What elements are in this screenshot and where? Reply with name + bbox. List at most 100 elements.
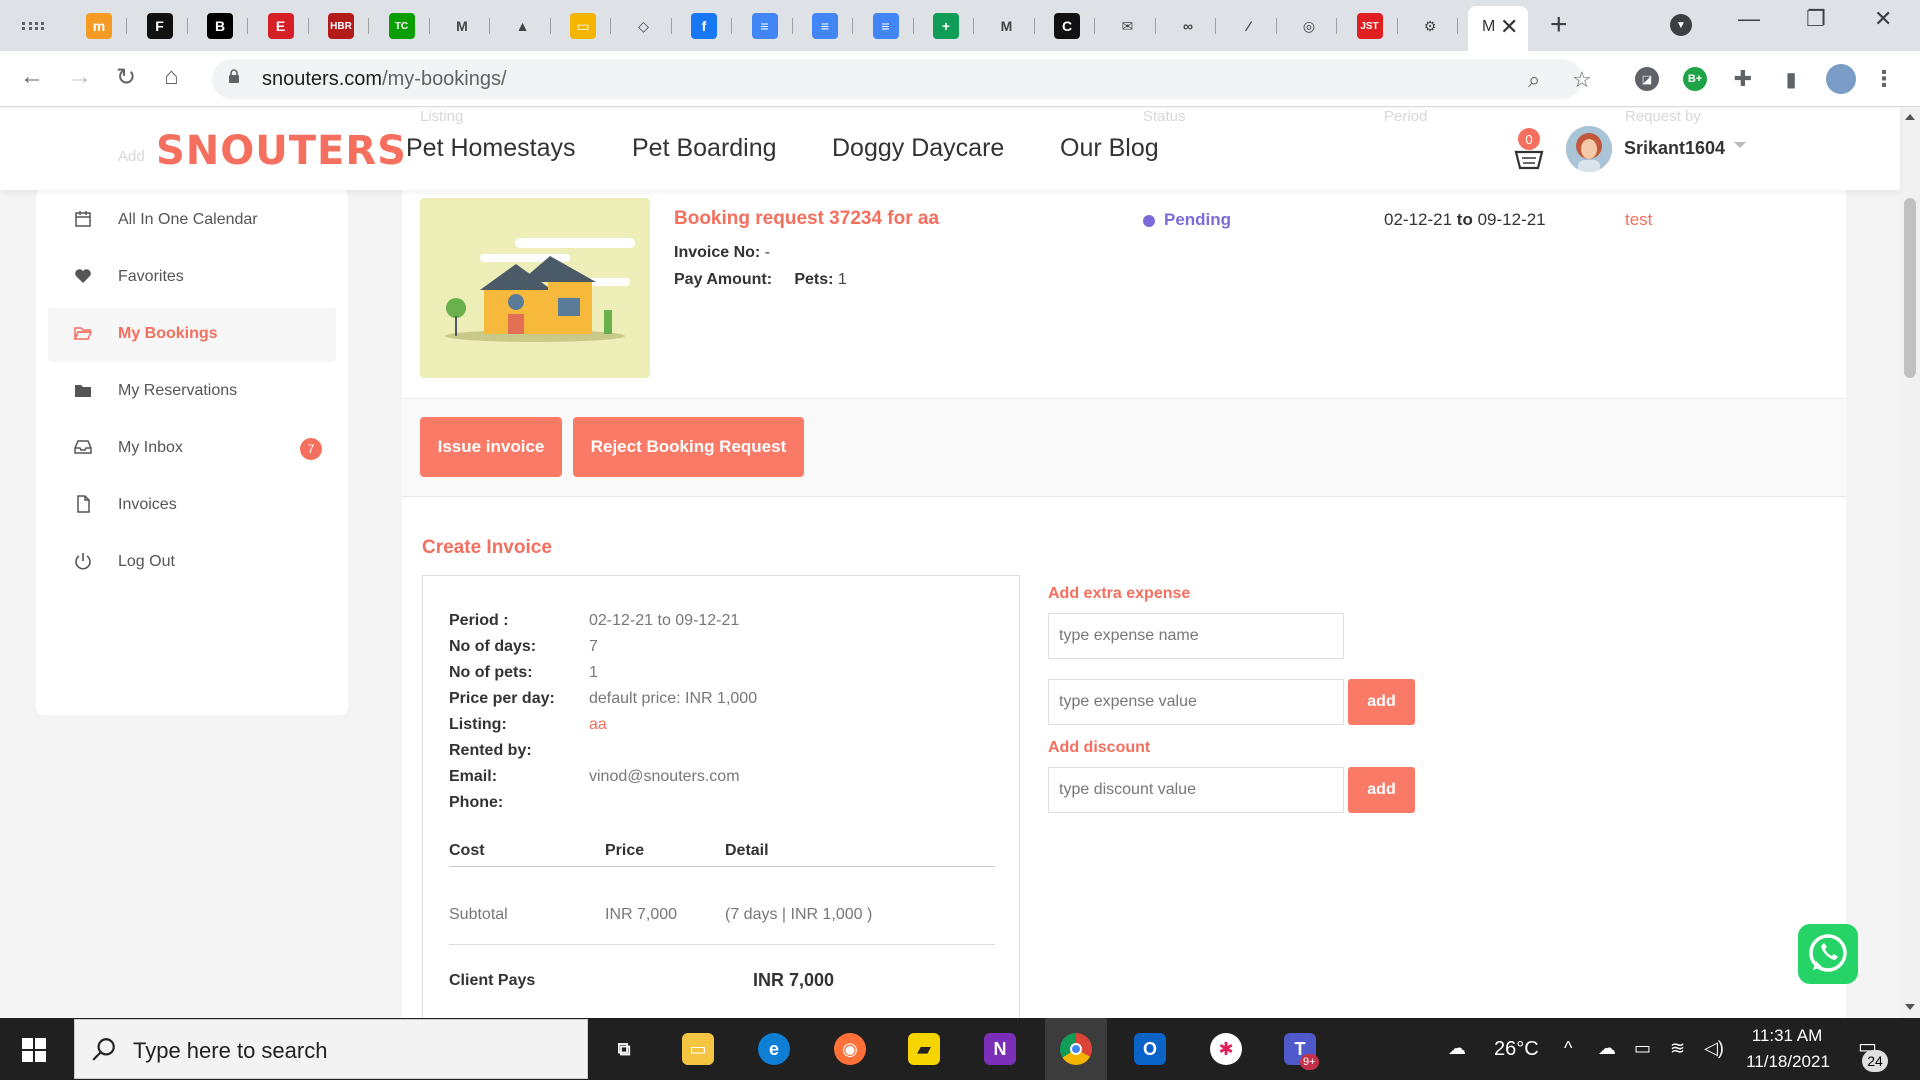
tab-favicon[interactable]: ▭ [570, 13, 596, 39]
slack-icon[interactable]: ✱ [1210, 1033, 1242, 1065]
firefox-icon[interactable]: ◉ [834, 1033, 866, 1065]
zoom-icon[interactable]: ⌕ [1528, 67, 1540, 93]
tab-grid-icon[interactable] [22, 22, 44, 30]
minimize-icon[interactable]: — [1738, 6, 1760, 32]
tab-favicon[interactable]: ◇ [631, 13, 657, 39]
whatsapp-button[interactable] [1798, 924, 1858, 984]
battery-icon[interactable]: ▭ [1634, 1038, 1651, 1059]
expense-value-input[interactable] [1048, 679, 1344, 725]
back-icon[interactable]: ← [20, 63, 44, 91]
scroll-thumb[interactable] [1904, 198, 1916, 378]
tab-separator [247, 18, 248, 34]
nav-our-blog[interactable]: Our Blog [1060, 134, 1159, 163]
tab-favicon[interactable]: M [994, 13, 1020, 39]
sidebar-item-favorites[interactable]: Favorites [48, 251, 336, 305]
extensions-puzzle-icon[interactable]: ✚ [1731, 66, 1755, 91]
tray-chevron-icon[interactable]: ^ [1564, 1038, 1572, 1059]
sticky-notes-icon[interactable]: ▰ [908, 1033, 940, 1065]
tab-favicon[interactable]: ◎ [1296, 13, 1322, 39]
tab-favicon[interactable]: ≡ [872, 13, 899, 39]
expense-name-input[interactable] [1048, 613, 1344, 659]
sidebar-item-log-out[interactable]: Log Out [48, 536, 336, 590]
weather-icon[interactable]: ☁ [1448, 1038, 1466, 1059]
extension-cast-icon[interactable]: ◪ [1635, 67, 1659, 91]
user-dropdown-caret-icon[interactable] [1734, 142, 1746, 148]
booking-title-link[interactable]: Booking request 37234 for aa [674, 208, 939, 230]
tab-favicon[interactable]: E [267, 13, 294, 39]
taskbar-time[interactable]: 11:31 AM [1742, 1026, 1832, 1046]
windows-start-icon[interactable] [22, 1038, 46, 1062]
task-view-icon[interactable]: ⧉ [608, 1033, 640, 1065]
onenote-icon[interactable]: N [984, 1033, 1016, 1065]
active-tab[interactable]: M ✕ [1468, 6, 1528, 51]
tab-favicon[interactable]: ⁄ [1236, 13, 1262, 39]
username[interactable]: Srikant1604 [1624, 138, 1725, 159]
tab-favicon[interactable]: ⚙ [1417, 13, 1443, 39]
listing-thumbnail[interactable] [420, 198, 650, 378]
reject-booking-button[interactable]: Reject Booking Request [573, 417, 804, 477]
nav-pet-homestays[interactable]: Pet Homestays [406, 134, 576, 163]
scroll-down-icon[interactable] [1905, 1004, 1915, 1010]
taskbar-date[interactable]: 11/18/2021 [1738, 1052, 1838, 1072]
bookmark-star-icon[interactable]: ☆ [1572, 67, 1592, 93]
tab-separator [1033, 18, 1035, 34]
page-scrollbar[interactable] [1900, 108, 1920, 1018]
tab-favicon[interactable]: HBR [328, 13, 354, 39]
side-panel-icon[interactable]: ▮ [1779, 67, 1803, 91]
chrome-menu-icon[interactable]: ⋮ [1872, 66, 1896, 91]
sidebar-item-calendar[interactable]: All In One Calendar [48, 194, 336, 248]
reload-icon[interactable]: ↻ [116, 63, 136, 92]
tab-favicon[interactable]: ≡ [812, 13, 838, 39]
tab-favicon[interactable]: JST [1356, 13, 1383, 39]
weather-temperature[interactable]: 26°C [1494, 1038, 1539, 1061]
tab-favicon[interactable]: TC [388, 13, 415, 39]
nav-doggy-daycare[interactable]: Doggy Daycare [832, 134, 1004, 163]
ghost-header-period: Period [1384, 108, 1428, 125]
discount-value-input[interactable] [1048, 767, 1344, 813]
tab-favicon[interactable]: + [933, 13, 959, 39]
site-logo[interactable]: SNOUTERS [156, 128, 407, 174]
close-tab-icon[interactable]: ✕ [1500, 14, 1518, 40]
onedrive-icon[interactable]: ☁ [1598, 1038, 1616, 1059]
requester-link[interactable]: test [1625, 210, 1652, 230]
tab-favicon[interactable]: M [449, 13, 475, 39]
volume-icon[interactable]: ◁) [1704, 1038, 1724, 1059]
tab-favicon[interactable]: ✉ [1115, 13, 1141, 39]
listing-link[interactable]: aa [589, 716, 607, 734]
address-bar[interactable]: snouters.com/my-bookings/ ⌕ ☆ [212, 59, 1592, 99]
issue-invoice-button[interactable]: Issue invoice [420, 417, 562, 477]
profile-avatar-icon[interactable] [1826, 64, 1856, 94]
add-discount-button[interactable]: add [1348, 767, 1415, 813]
tab-favicon[interactable]: ▲ [510, 13, 536, 39]
sidebar-item-my-inbox[interactable]: My Inbox 7 [48, 422, 336, 476]
chrome-icon[interactable] [1060, 1033, 1092, 1065]
add-expense-button[interactable]: add [1348, 679, 1415, 725]
table-row: Subtotal INR 7,000 (7 days | INR 1,000 ) [449, 906, 995, 926]
detail-key: Phone: [449, 794, 504, 811]
tab-favicon[interactable]: ∞ [1175, 13, 1201, 39]
tab-favicon[interactable]: F [146, 13, 173, 39]
tab-favicon[interactable]: C [1054, 13, 1080, 39]
forward-icon[interactable]: → [68, 63, 92, 91]
sidebar-item-my-bookings[interactable]: My Bookings [48, 308, 336, 362]
new-tab-button[interactable]: + [1550, 8, 1568, 42]
extension-bplus-icon[interactable]: B+ [1683, 67, 1707, 91]
avatar[interactable] [1566, 126, 1612, 172]
tab-favicon[interactable]: m [86, 13, 112, 39]
tab-favicon[interactable]: ≡ [751, 13, 778, 39]
file-explorer-icon[interactable]: ▭ [682, 1033, 714, 1065]
scroll-up-icon[interactable] [1905, 114, 1915, 120]
taskbar-search-box[interactable]: Type here to search [74, 1019, 588, 1079]
nav-pet-boarding[interactable]: Pet Boarding [632, 134, 777, 163]
outlook-icon[interactable]: O [1134, 1033, 1166, 1065]
close-window-icon[interactable]: ✕ [1874, 6, 1892, 32]
wifi-icon[interactable]: ≋ [1670, 1038, 1685, 1059]
sidebar-item-invoices[interactable]: Invoices [48, 479, 336, 533]
tab-search-icon[interactable]: ▼ [1670, 14, 1692, 36]
tab-favicon[interactable]: f [691, 13, 717, 39]
edge-icon[interactable]: e [758, 1033, 790, 1065]
home-icon[interactable]: ⌂ [164, 63, 179, 91]
sidebar-item-my-reservations[interactable]: My Reservations [48, 365, 336, 419]
tab-favicon[interactable]: B [207, 13, 233, 39]
restore-icon[interactable]: ❐ [1806, 6, 1826, 32]
